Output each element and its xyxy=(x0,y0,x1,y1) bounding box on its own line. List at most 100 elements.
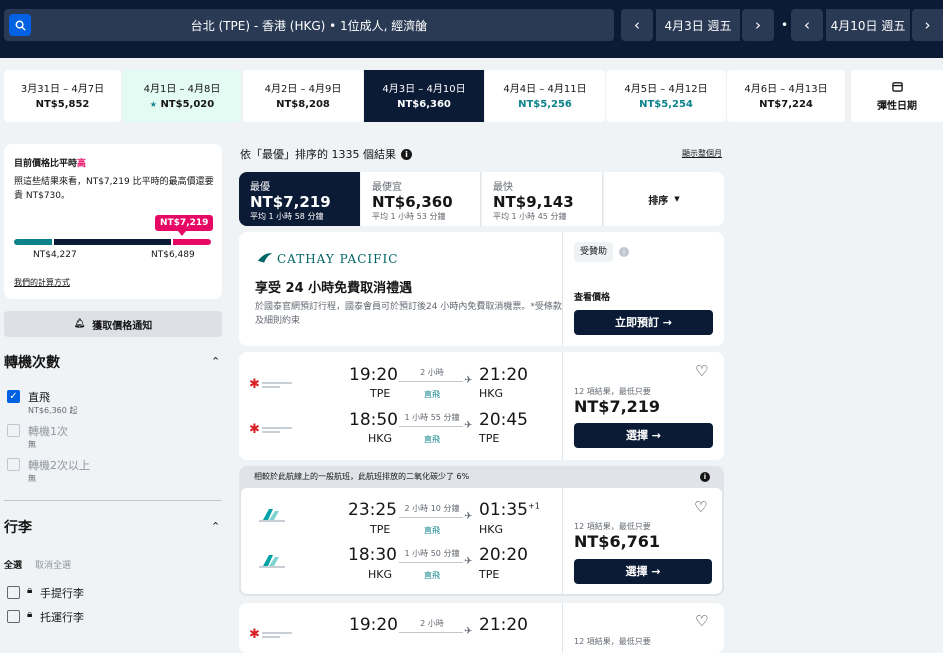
date-option[interactable]: 4月1日 – 4月8日 ★ NT$5,020 xyxy=(123,70,241,122)
info-icon[interactable]: i xyxy=(700,472,710,482)
inbound-prev-date-button[interactable]: ‹ xyxy=(791,9,823,41)
date-option[interactable]: 4月5日 – 4月12日 NT$5,254 xyxy=(606,70,726,122)
airline-name-logo xyxy=(261,631,292,638)
departure-time: 23:25 xyxy=(348,500,397,520)
inbound-next-date-button[interactable]: › xyxy=(912,9,943,41)
sort-tab-sub: 平均 1 小時 53 分鐘 xyxy=(372,212,446,221)
arrival-time: 20:20 xyxy=(479,545,528,565)
plane-icon: ✈ xyxy=(464,420,473,431)
price-bar-typical xyxy=(54,239,171,245)
info-icon[interactable]: i xyxy=(401,148,412,160)
baggage-filter-title: 行李 xyxy=(4,520,32,536)
sort-tab-label: 最快 xyxy=(493,182,513,193)
sort-tab-label: 最便宜 xyxy=(372,182,402,193)
clear-all-link[interactable]: 取消全選 xyxy=(35,558,71,571)
result-card[interactable]: ✱ 19:20 TPE 2 小時 ✈ 直飛 21:20 HKG ✱ 18:50 … xyxy=(239,352,724,460)
flexible-dates-label: 彈性日期 xyxy=(877,101,917,112)
departure-airport: TPE xyxy=(370,387,391,400)
flight-route-line xyxy=(399,426,463,427)
flexible-dates-button[interactable]: 彈性日期 xyxy=(851,70,943,122)
sort-tab-price: NT$9,143 xyxy=(493,193,574,211)
date-price: NT$6,360 xyxy=(397,99,451,110)
greater-bay-airlines-logo xyxy=(259,552,285,572)
greater-bay-airlines-logo xyxy=(259,506,285,526)
date-option[interactable]: 4月4日 – 4月11日 NT$5,256 xyxy=(485,70,605,122)
outbound-prev-date-button[interactable]: ‹ xyxy=(621,9,653,41)
price-bar-low xyxy=(14,239,52,245)
stops-two-plus-checkbox[interactable] xyxy=(7,458,20,471)
date-range: 4月6日 – 4月13日 xyxy=(744,84,828,95)
stops-filter-title: 轉機次數 xyxy=(4,355,60,371)
chevron-up-icon[interactable]: ⌃ xyxy=(211,520,220,533)
sort-tab-cheapest[interactable]: 最便宜 NT$6,360 平均 1 小時 53 分鐘 xyxy=(361,172,481,226)
plane-icon: ✈ xyxy=(464,375,473,386)
date-option[interactable]: 4月2日 – 4月9日 NT$8,208 xyxy=(243,70,363,122)
heart-icon[interactable]: ♡ xyxy=(694,498,707,516)
result-card-eco[interactable]: 相較於此航線上的一般航班，此航班排放的二氧化碳少了 6% i 23:25 TPE… xyxy=(239,466,724,596)
outbound-next-date-button[interactable]: › xyxy=(742,9,774,41)
search-summary-text: 台北 (TPE) - 香港 (HKG) • 1位成人, 經濟艙 xyxy=(190,19,428,33)
flight-stops: 直飛 xyxy=(424,571,440,580)
separator-dot: • xyxy=(781,18,789,32)
chevron-up-icon[interactable]: ⌃ xyxy=(211,355,220,368)
date-option-selected[interactable]: 4月3日 – 4月10日 NT$6,360 xyxy=(364,70,484,122)
date-price: NT$5,254 xyxy=(639,99,693,110)
departure-time: 19:20 xyxy=(349,615,398,635)
info-icon[interactable]: i xyxy=(619,247,629,257)
outbound-date[interactable]: 4月3日 週五 xyxy=(656,9,740,41)
date-range: 4月1日 – 4月8日 xyxy=(143,84,221,95)
airline-name-logo xyxy=(261,381,292,388)
cathay-brand-text: CATHAY PACIFIC xyxy=(277,252,399,266)
date-option[interactable]: 4月6日 – 4月13日 NT$7,224 xyxy=(727,70,845,122)
heart-icon[interactable]: ♡ xyxy=(695,612,708,630)
date-option[interactable]: 3月31日 – 4月7日 NT$5,852 xyxy=(4,70,121,122)
plane-icon: ✈ xyxy=(464,626,473,637)
carry-on-checkbox[interactable] xyxy=(7,586,20,599)
results-count-text: 依「最優」排序的 1335 個結果 xyxy=(240,148,396,161)
search-summary[interactable]: 台北 (TPE) - 香港 (HKG) • 1位成人, 經濟艙 xyxy=(4,9,614,41)
cathay-star-icon: ✱ xyxy=(249,422,260,437)
checked-bag-checkbox[interactable] xyxy=(7,610,20,623)
ad-book-now-button[interactable]: 立即預訂 → xyxy=(574,310,713,335)
flight-duration: 2 小時 xyxy=(420,619,444,628)
flight-duration: 2 小時 10 分鐘 xyxy=(404,504,460,513)
flight-stops: 直飛 xyxy=(424,390,440,399)
price-alert-button[interactable]: 🔔︎ 獲取價格通知 xyxy=(4,311,222,337)
sort-tab-sub: 平均 1 小時 58 分鐘 xyxy=(250,212,324,221)
cathay-logo: CATHAY PACIFIC xyxy=(256,250,398,268)
select-all-link[interactable]: 全選 xyxy=(4,558,22,571)
cathay-airline-logo: ✱ xyxy=(249,422,292,437)
stops-option-label: 直飛 xyxy=(28,391,50,404)
sort-tab-price: NT$7,219 xyxy=(250,193,331,211)
date-price: NT$8,208 xyxy=(276,99,330,110)
show-whole-month-link[interactable]: 顯示整個月 xyxy=(682,148,722,159)
sort-dropdown[interactable]: 排序 ▼ xyxy=(604,172,724,226)
stops-option-sub: 無 xyxy=(28,474,36,483)
eco-note: 相較於此航線上的一般航班，此航班排放的二氧化碳少了 6% xyxy=(254,472,470,481)
flight-route-line xyxy=(399,562,463,563)
date-price: NT$7,224 xyxy=(759,99,813,110)
select-button[interactable]: 選擇 → xyxy=(574,559,712,584)
chevron-left-icon: ‹ xyxy=(634,16,640,34)
baggage-option-label: 托運行李 xyxy=(40,611,84,624)
select-button[interactable]: 選擇 → xyxy=(574,423,713,448)
inbound-date[interactable]: 4月10日 週五 xyxy=(826,9,910,41)
checked-bag-icon: 🔒︎ xyxy=(27,609,33,620)
next-day-indicator: +1 xyxy=(528,501,540,511)
sort-tab-fastest[interactable]: 最快 NT$9,143 平均 1 小時 45 分鐘 xyxy=(482,172,603,226)
flight-stops: 直飛 xyxy=(424,435,440,444)
heart-icon[interactable]: ♡ xyxy=(695,362,708,380)
stops-one-checkbox[interactable] xyxy=(7,424,20,437)
deals-count: 12 項結果，最低只要 xyxy=(574,637,651,646)
sort-tab-price: NT$6,360 xyxy=(372,193,453,211)
departure-time: 18:50 xyxy=(349,410,398,430)
price-insight-title: 目前價格比平時高 xyxy=(14,159,87,169)
sort-tab-best[interactable]: 最優 NT$7,219 平均 1 小時 58 分鐘 xyxy=(239,172,360,226)
departure-airport: HKG xyxy=(368,432,393,445)
deals-count: 12 項結果，最低只要 xyxy=(574,522,651,531)
result-card[interactable]: ✱ 19:20 2 小時 ✈ 21:20 ♡ 12 項結果，最低只要 xyxy=(239,603,724,653)
date-range: 4月3日 – 4月10日 xyxy=(382,84,466,95)
result-price: NT$7,219 xyxy=(574,397,661,416)
stops-direct-checkbox[interactable]: ✓ xyxy=(7,390,20,403)
how-we-calculate-link[interactable]: 我們的計算方式 xyxy=(14,277,70,288)
